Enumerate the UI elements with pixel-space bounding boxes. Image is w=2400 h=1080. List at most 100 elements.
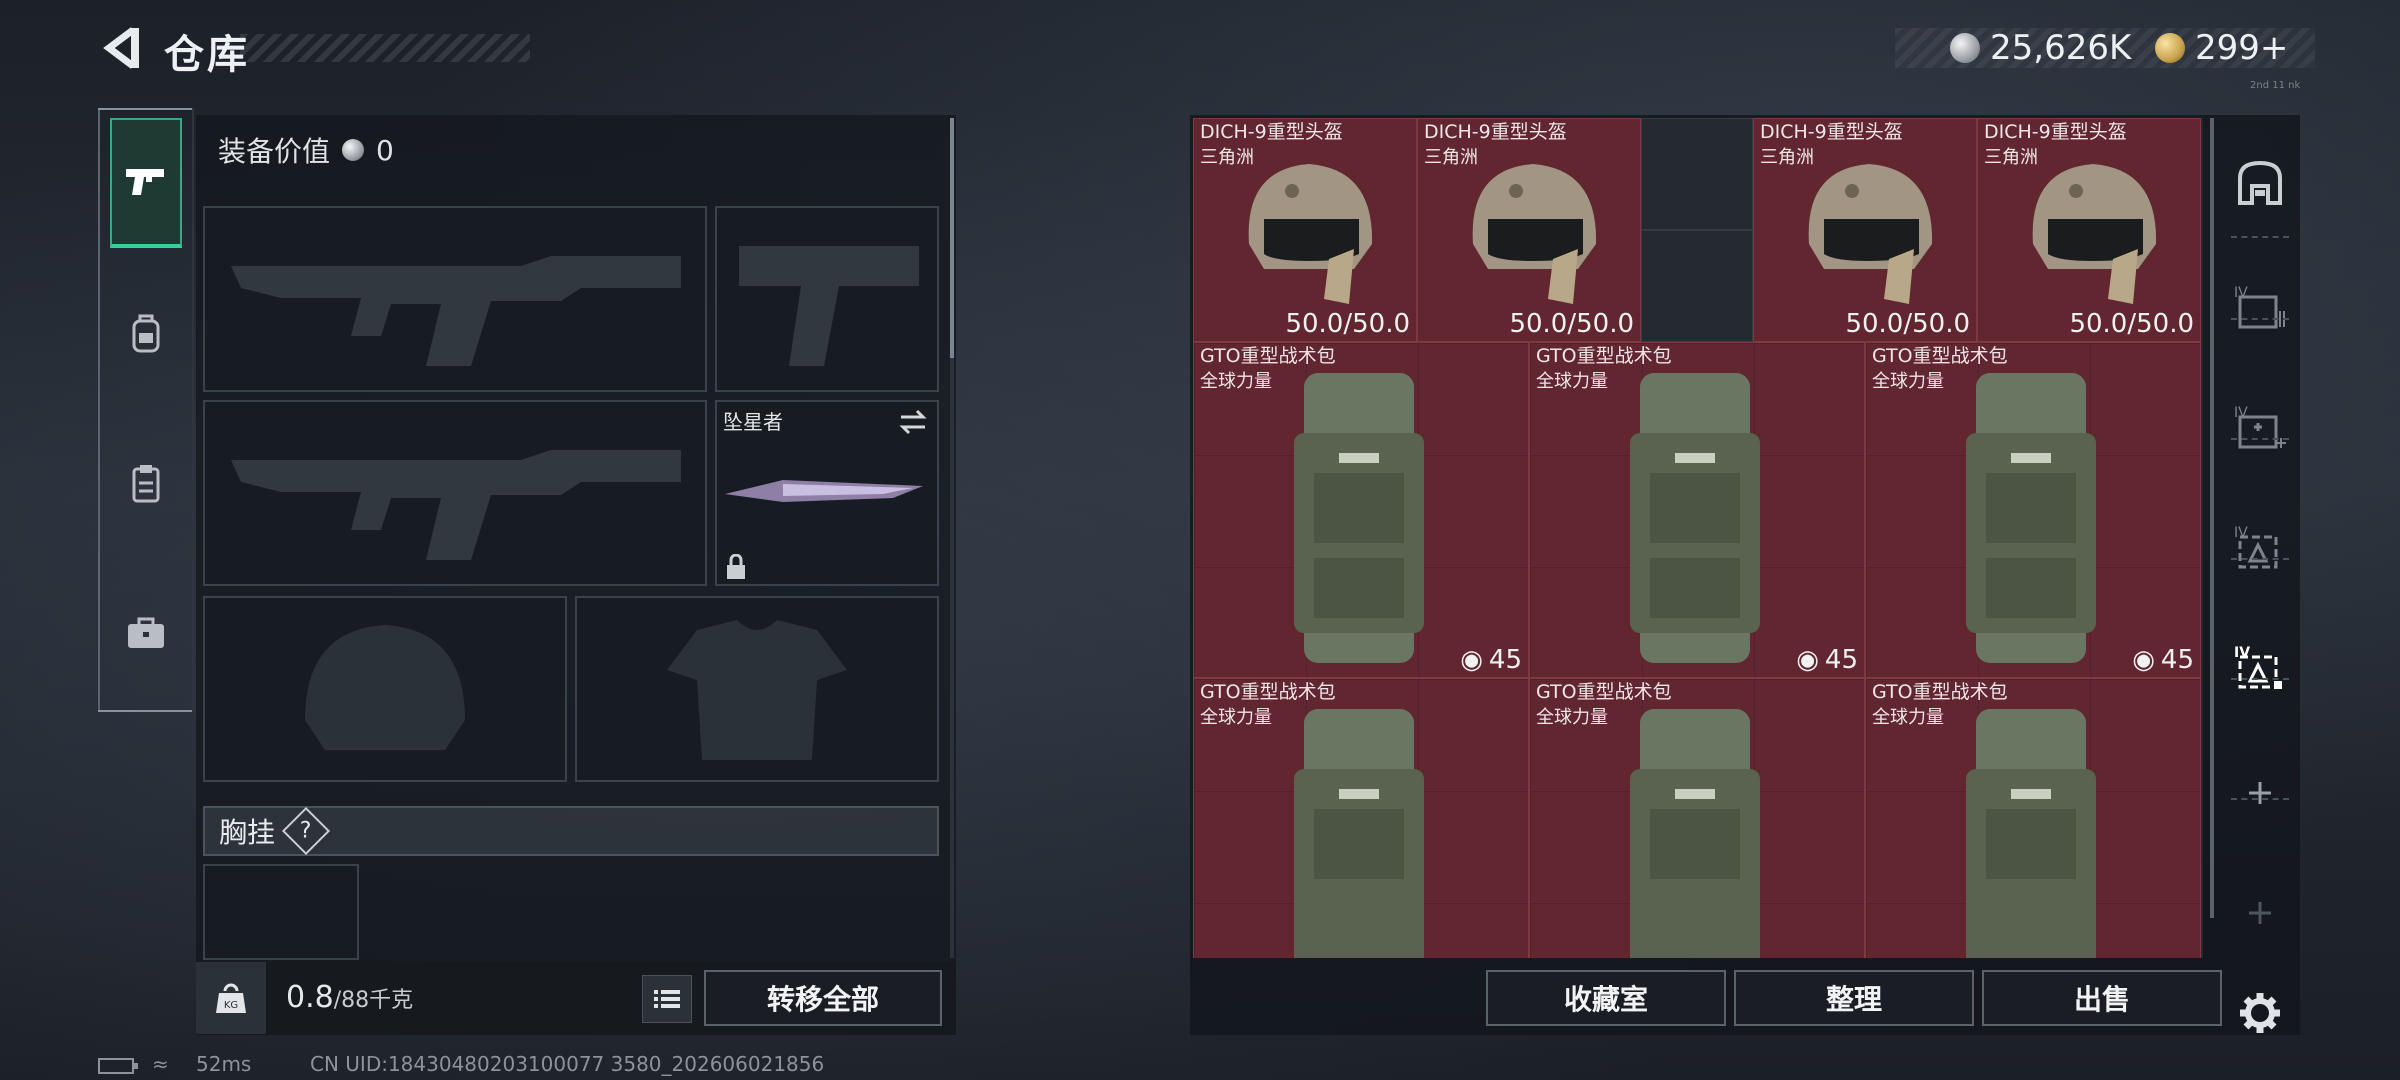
medkit-container-icon: IV xyxy=(2234,405,2286,449)
equipment-scroll-thumb[interactable] xyxy=(950,118,954,358)
silver-coin-icon xyxy=(342,139,365,161)
backpack-icon xyxy=(1294,709,1424,958)
item-backpack-5[interactable]: GTO重型战术包 全球力量 xyxy=(1529,678,1865,958)
separator xyxy=(2231,798,2289,800)
item-helmet-2[interactable]: DICH-9重型头盔 三角洲 50.0/50.0 xyxy=(1417,118,1641,342)
helmet-icon xyxy=(1248,164,1373,304)
container-slot-2[interactable]: IV xyxy=(2225,373,2295,483)
container-safe-box[interactable] xyxy=(2225,128,2295,238)
list-view-button[interactable] xyxy=(642,975,692,1023)
organize-button[interactable]: 整理 xyxy=(1734,970,1974,1026)
item-helmet-3[interactable]: DICH-9重型头盔 三角洲 50.0/50.0 xyxy=(1753,118,1977,342)
triangle-container-icon: IV xyxy=(2234,525,2278,569)
backpack-icon xyxy=(1294,373,1424,663)
swap-icon[interactable] xyxy=(897,408,929,436)
item-helmet-4[interactable]: DICH-9重型头盔 三角洲 50.0/50.0 xyxy=(1977,118,2201,342)
item-faction: 全球力量 xyxy=(1200,371,1272,392)
item-faction: 全球力量 xyxy=(1536,371,1608,392)
add-container-button[interactable] xyxy=(2225,738,2295,848)
container-column: IV IV IV IV xyxy=(2225,118,2295,1038)
item-name: GTO重型战术包 xyxy=(1536,681,1672,703)
item-faction: 全球力量 xyxy=(1872,707,1944,728)
item-backpack-3[interactable]: GTO重型战术包 全球力量 ◉ 45 xyxy=(1865,342,2201,678)
empty-cell[interactable] xyxy=(1641,118,1753,230)
add-container-button-disabled[interactable] xyxy=(2225,858,2295,968)
backpack-icon xyxy=(1966,709,2096,958)
item-name: GTO重型战术包 xyxy=(1536,345,1672,367)
settings-button[interactable] xyxy=(2225,983,2295,1043)
container-slot-1[interactable]: IV xyxy=(2225,253,2295,363)
backpack-icon xyxy=(1630,373,1760,663)
item-backpack-1[interactable]: GTO重型战术包 全球力量 ◉ 45 xyxy=(1193,342,1529,678)
weight-icon-box: KG xyxy=(196,962,266,1034)
item-helmet-1[interactable]: DICH-9重型头盔 三角洲 50.0/50.0 xyxy=(1193,118,1417,342)
item-backpack-6[interactable]: GTO重型战术包 全球力量 xyxy=(1865,678,2201,958)
battery-icon xyxy=(98,1058,138,1074)
page-title: 仓库 xyxy=(164,32,250,78)
container-icon: IV xyxy=(2234,285,2285,329)
item-backpack-2[interactable]: GTO重型战术包 全球力量 ◉ 45 xyxy=(1529,342,1865,678)
help-icon[interactable]: ? xyxy=(281,806,331,856)
pistol-silhouette-icon xyxy=(739,246,919,366)
tab-gear[interactable] xyxy=(110,268,182,398)
armor-slot[interactable] xyxy=(575,596,939,782)
pistol-slot[interactable] xyxy=(715,206,939,392)
item-backpack-4[interactable]: GTO重型战术包 全球力量 xyxy=(1193,678,1529,958)
armor-silhouette-icon xyxy=(667,620,847,760)
secondary-weapon-slot[interactable] xyxy=(203,400,707,586)
gold-amount: 299+ xyxy=(2195,28,2289,68)
tiny-label: 2nd 11 nk xyxy=(2250,80,2301,91)
bracket-bottom xyxy=(98,710,192,712)
svg-text:KG: KG xyxy=(224,1000,238,1011)
weight-max: /88千克 xyxy=(333,988,414,1013)
item-name: GTO重型战术包 xyxy=(1872,681,2008,703)
empty-cell[interactable] xyxy=(1641,230,1753,342)
item-faction: 三角洲 xyxy=(1984,147,2038,168)
sell-button[interactable]: 出售 xyxy=(1982,970,2222,1026)
tab-briefcase[interactable] xyxy=(110,568,182,698)
tab-consumables[interactable] xyxy=(110,418,182,548)
triangle-container-icon: IV xyxy=(2234,645,2282,689)
svg-text:IV: IV xyxy=(2234,525,2248,541)
item-faction: 三角洲 xyxy=(1200,147,1254,168)
item-capacity: ◉ 45 xyxy=(1460,645,1522,675)
helmet-slot[interactable] xyxy=(203,596,567,782)
lock-icon xyxy=(727,554,745,579)
chest-rig-label: 胸挂 xyxy=(219,816,276,849)
melee-name: 坠星者 xyxy=(723,410,783,434)
category-tabs xyxy=(98,108,194,712)
container-slot-4-active[interactable]: IV xyxy=(2225,613,2295,723)
backpack-icon xyxy=(1630,709,1760,958)
item-durability: 50.0/50.0 xyxy=(1285,309,1410,339)
svg-text:IV: IV xyxy=(2234,645,2250,661)
equipment-value-label: 装备价值 xyxy=(218,135,331,168)
item-durability: 50.0/50.0 xyxy=(1845,309,1970,339)
separator xyxy=(2231,558,2289,560)
primary-weapon-slot[interactable] xyxy=(203,206,707,392)
currency-silver[interactable]: 25,626K xyxy=(1950,26,2131,70)
capacity-icon: ◉ xyxy=(1460,645,1483,675)
rifle-silhouette-icon xyxy=(231,256,681,366)
item-name: GTO重型战术包 xyxy=(1200,681,1336,703)
separator xyxy=(2231,236,2289,238)
back-button[interactable] xyxy=(98,24,146,72)
chest-rig-slot[interactable] xyxy=(203,864,359,960)
plus-icon xyxy=(2249,902,2271,924)
silver-amount: 25,626K xyxy=(1990,28,2132,68)
weight-value: 0.8 xyxy=(286,980,334,1015)
tab-weapons[interactable] xyxy=(110,118,182,248)
item-faction: 三角洲 xyxy=(1424,147,1478,168)
storage-scrollbar[interactable] xyxy=(2210,118,2214,918)
container-slot-3[interactable]: IV xyxy=(2225,493,2295,603)
gear-icon xyxy=(2240,993,2280,1033)
item-name: GTO重型战术包 xyxy=(1200,345,1336,367)
currency-gold[interactable]: 299+ xyxy=(2155,26,2288,70)
item-faction: 全球力量 xyxy=(1536,707,1608,728)
collection-room-button[interactable]: 收藏室 xyxy=(1486,970,1726,1026)
title-decoration xyxy=(240,34,530,62)
item-capacity: ◉ 45 xyxy=(2132,645,2194,675)
weight-readout: 0.8/88千克 xyxy=(286,980,413,1015)
melee-slot[interactable]: 坠星者 xyxy=(715,400,939,586)
rifle-silhouette-icon xyxy=(231,450,681,560)
transfer-all-button[interactable]: 转移全部 xyxy=(704,970,942,1026)
